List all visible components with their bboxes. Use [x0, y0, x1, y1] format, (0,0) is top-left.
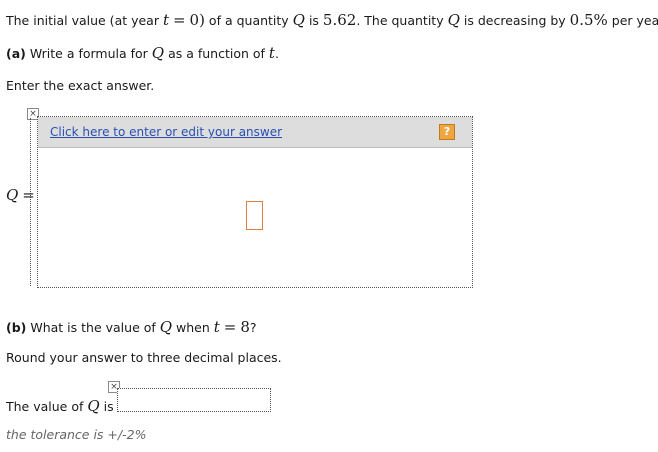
var-q: Q	[151, 44, 165, 62]
part-b-text-3: ?	[249, 320, 257, 335]
var-q: Q	[159, 318, 173, 336]
var-q: Q	[6, 186, 19, 204]
q-equals-label: Q =	[6, 186, 35, 204]
instruction-exact: Enter the exact answer.	[6, 78, 155, 93]
instruction-round: Round your answer to three decimal place…	[6, 350, 282, 365]
var-q: Q	[292, 11, 305, 29]
part-b-text-1: What is the value of	[26, 320, 160, 335]
tolerance-note: the tolerance is +/-2%	[6, 427, 147, 442]
answer-b-input[interactable]	[117, 388, 271, 412]
intro-text: The initial value (at year t = 0) of a q…	[6, 11, 658, 29]
initial-value: 5.62	[322, 11, 357, 29]
equals-sign: =	[22, 186, 35, 204]
part-b-text-2: when	[172, 320, 214, 335]
t-value: 8	[240, 318, 250, 336]
answer-b-text-2: is	[99, 399, 114, 414]
answer-b-text-1: The value of	[6, 399, 88, 414]
intro-text-1: The initial value (at year	[6, 13, 163, 28]
part-a-label: (a)	[6, 46, 26, 61]
part-b-label: (b)	[6, 320, 27, 335]
part-a-text-2: as a function of	[164, 46, 269, 61]
intro-text-5: is decreasing by	[459, 13, 570, 28]
formula-placeholder[interactable]	[246, 201, 263, 230]
part-a-question: (a) Write a formula for Q as a function …	[6, 44, 279, 62]
equals-sign: =	[172, 11, 186, 29]
var-q-2: Q	[447, 11, 460, 29]
answer-editor[interactable]: Click here to enter or edit your answer …	[37, 116, 473, 288]
var-t: t	[213, 318, 220, 336]
var-q: Q	[87, 397, 100, 415]
intro-text-2: of a quantity	[204, 13, 293, 28]
part-a-text-3: .	[274, 46, 279, 61]
var-t: t	[162, 11, 169, 29]
help-icon[interactable]: ?	[439, 124, 455, 140]
intro-text-4: . The quantity	[356, 13, 448, 28]
part-b-question: (b) What is the value of Q when t = 8?	[6, 318, 257, 336]
intro-text-6: per year.	[611, 13, 658, 28]
answer-b-label: The value of Q is	[6, 397, 114, 415]
editor-toolbar: Click here to enter or edit your answer …	[38, 117, 472, 148]
zero-paren: 0)	[189, 11, 205, 29]
intro-text-3: is	[304, 13, 323, 28]
equals-sign: =	[223, 318, 237, 336]
edit-answer-link[interactable]: Click here to enter or edit your answer	[50, 125, 282, 139]
part-a-text-1: Write a formula for	[25, 46, 152, 61]
decay-rate: 0.5%	[569, 11, 608, 29]
